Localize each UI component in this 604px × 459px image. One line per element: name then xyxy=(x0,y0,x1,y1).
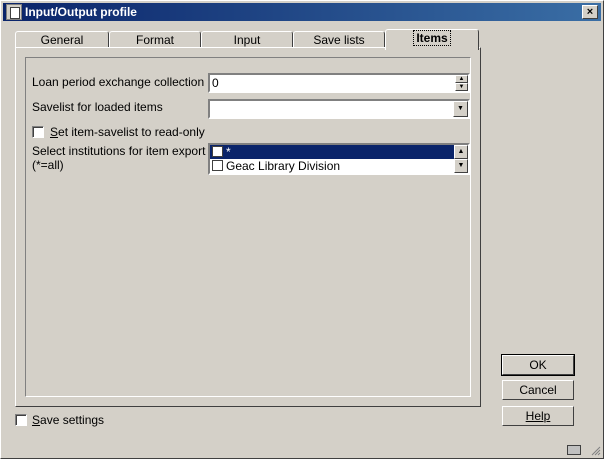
spin-up-icon[interactable]: ▲ xyxy=(455,75,468,83)
items-content: Loan period exchange collection 0 ▲ ▼ Sa… xyxy=(25,57,471,397)
loan-period-input[interactable]: 0 ▲ ▼ xyxy=(208,73,470,93)
savelist-loaded-select[interactable]: ▼ xyxy=(208,99,470,119)
read-only-label[interactable]: Set item-savelist to read-only xyxy=(50,125,205,139)
scroll-down-icon[interactable]: ▼ xyxy=(454,159,468,173)
loan-period-value: 0 xyxy=(212,76,219,90)
loan-period-spinner[interactable]: ▲ ▼ xyxy=(455,75,468,91)
close-button[interactable]: × xyxy=(582,5,598,19)
ok-button[interactable]: OK xyxy=(501,354,575,376)
dropdown-arrow-icon[interactable]: ▼ xyxy=(453,101,468,117)
title-bar: Input/Output profile × xyxy=(3,3,601,21)
resize-grip-icon[interactable] xyxy=(589,444,601,456)
window-title: Input/Output profile xyxy=(25,5,137,19)
help-button[interactable]: Help xyxy=(502,406,574,426)
item-checkbox[interactable] xyxy=(212,146,223,157)
tab-panel: Loan period exchange collection 0 ▲ ▼ Sa… xyxy=(15,47,481,407)
institutions-label: Select institutions for item export xyxy=(32,144,206,158)
scroll-up-icon[interactable]: ▲ xyxy=(454,145,468,159)
app-icon xyxy=(6,4,22,20)
list-item[interactable]: * xyxy=(210,145,454,159)
dialog-window: Input/Output profile × General Format In… xyxy=(0,0,604,459)
item-checkbox[interactable] xyxy=(212,160,223,171)
tab-items[interactable]: Items xyxy=(385,29,479,50)
save-settings-label[interactable]: Save settings xyxy=(32,413,104,427)
tab-strip: General Format Input Save lists Items xyxy=(15,29,481,50)
read-only-checkbox[interactable] xyxy=(32,126,44,138)
institutions-label-hint: (*=all) xyxy=(32,158,64,172)
loan-period-label: Loan period exchange collection xyxy=(32,75,205,89)
list-item[interactable]: Geac Library Division xyxy=(210,159,454,173)
listbox-scrollbar[interactable]: ▲ ▼ xyxy=(454,145,468,173)
cancel-button[interactable]: Cancel xyxy=(502,380,574,400)
savelist-loaded-label: Savelist for loaded items xyxy=(32,100,163,114)
institutions-listbox[interactable]: * Geac Library Division ▲ ▼ xyxy=(208,143,470,175)
spin-down-icon[interactable]: ▼ xyxy=(455,83,468,91)
keyboard-icon xyxy=(567,445,581,455)
save-settings-checkbox[interactable] xyxy=(15,414,27,426)
